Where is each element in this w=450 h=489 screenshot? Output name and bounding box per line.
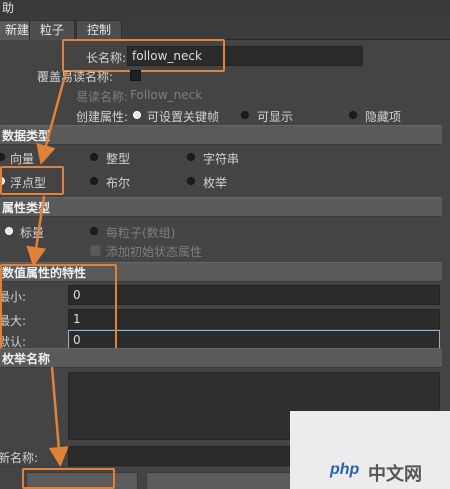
watermark-text: 中文网 <box>368 464 422 484</box>
arrow-float-to-numeric <box>26 195 47 267</box>
watermark: php 中文网 <box>290 411 450 489</box>
arrow-name-to-float <box>36 71 68 165</box>
watermark-logo: php <box>330 461 360 478</box>
arrow-numeric-to-ok <box>48 366 69 467</box>
